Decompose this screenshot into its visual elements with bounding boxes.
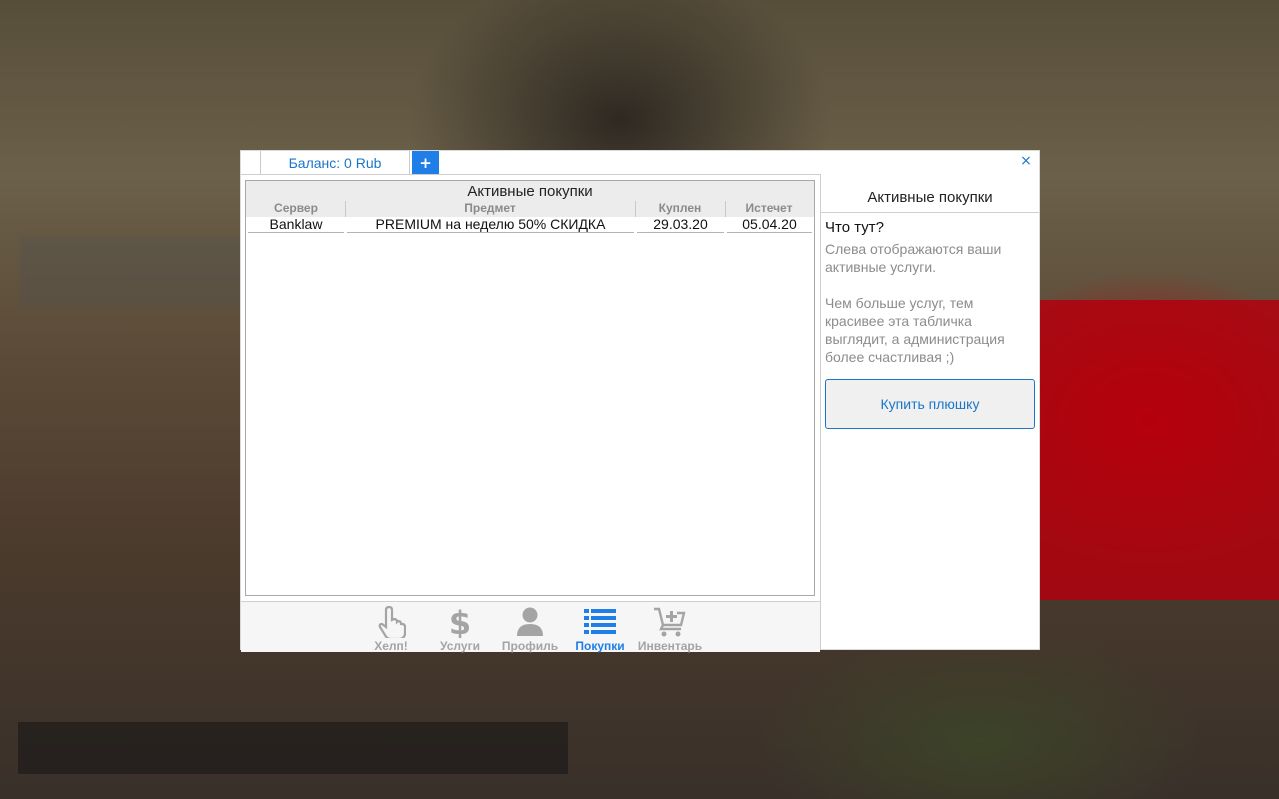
sidebar-title: Активные покупки [867, 189, 993, 206]
background-red-wall [1040, 300, 1279, 600]
close-icon[interactable]: × [1019, 154, 1033, 168]
balance-tab[interactable]: Баланс: 0 Rub [260, 151, 410, 174]
info-sidebar: Активные покупки Что тут? Слева отобража… [821, 174, 1039, 650]
cell-item: PREMIUM на неделю 50% СКИДКА [347, 216, 634, 233]
shop-window: Баланс: 0 Rub + × Активные покупки Серве… [240, 150, 1040, 653]
cell-expires: 05.04.20 [727, 216, 812, 233]
svg-text:$: $ [449, 606, 471, 638]
column-header-bought: Куплен [658, 201, 702, 215]
nav-item-profile[interactable]: Профиль [495, 604, 565, 653]
sidebar-paragraph-2: Чем больше услуг, тем красивее эта табли… [825, 295, 1005, 365]
table-row[interactable]: Banklaw PREMIUM на неделю 50% СКИДКА 29.… [246, 216, 814, 233]
bottom-nav: Хелп! $ Услуги Профиль Покупки Инвентарь [241, 601, 820, 653]
nav-label-purchases: Покупки [575, 639, 625, 653]
sidebar-question: Что тут? [825, 219, 884, 236]
sidebar-paragraph-1: Слева отображаются ваши активные услуги. [825, 241, 1002, 275]
cart-plus-icon [654, 607, 686, 637]
buy-button[interactable]: Купить плюшку [825, 379, 1035, 429]
table-title: Активные покупки [467, 183, 593, 200]
dollar-icon: $ [449, 606, 471, 638]
pointing-hand-icon [378, 606, 406, 638]
nav-label-help: Хелп! [374, 639, 408, 653]
user-icon [517, 607, 543, 636]
nav-label-services: Услуги [440, 639, 480, 653]
nav-label-profile: Профиль [501, 639, 559, 653]
add-balance-button[interactable]: + [412, 151, 439, 174]
column-header-expires: Истечет [745, 201, 793, 215]
cell-bought: 29.03.20 [637, 216, 724, 233]
column-header-server: Сервер [274, 201, 318, 215]
column-header-item: Предмет [464, 201, 516, 215]
nav-item-services[interactable]: $ Услуги [425, 604, 495, 653]
nav-item-inventory[interactable]: Инвентарь [635, 604, 705, 653]
purchases-pane: Активные покупки Сервер Предмет Куплен И… [241, 174, 821, 653]
nav-label-inventory: Инвентарь [637, 639, 703, 653]
purchases-table: Активные покупки Сервер Предмет Куплен И… [245, 180, 815, 596]
table-header: Активные покупки Сервер Предмет Куплен И… [246, 181, 814, 217]
cell-server: Banklaw [248, 216, 344, 233]
list-icon [584, 609, 616, 634]
background-hud-bar [18, 722, 568, 774]
sidebar-divider [821, 212, 1039, 213]
nav-item-purchases[interactable]: Покупки [565, 604, 635, 653]
nav-item-help[interactable]: Хелп! [356, 604, 426, 653]
